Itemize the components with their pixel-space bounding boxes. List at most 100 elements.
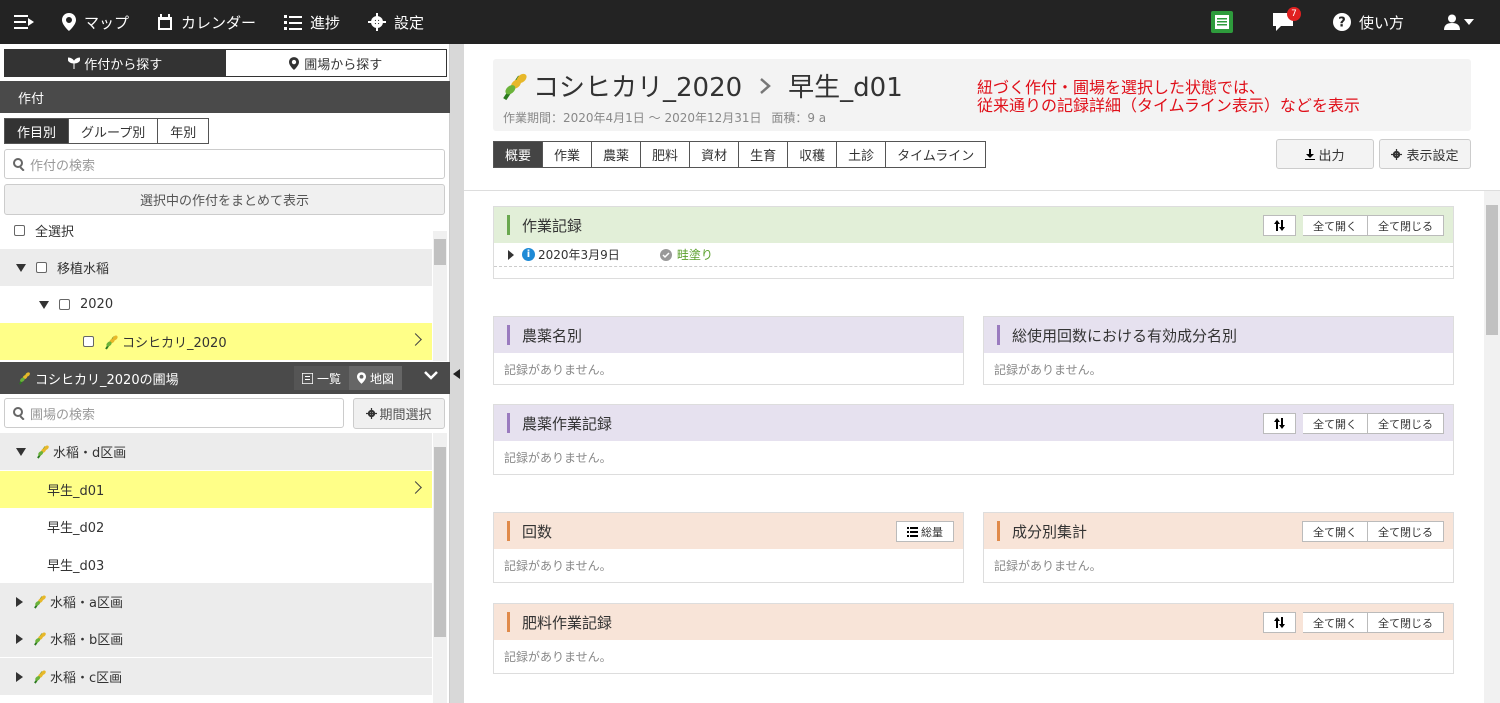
- field-list-scrollbar[interactable]: [433, 433, 447, 703]
- nav-calendar[interactable]: カレンダー: [143, 0, 270, 44]
- field-item[interactable]: 早生_d03: [0, 546, 432, 583]
- section-accent-bar: [997, 521, 1000, 541]
- field-group-c[interactable]: 水稲・c区画: [0, 658, 432, 695]
- caret-right-icon[interactable]: [16, 633, 23, 644]
- search-by-crop-button[interactable]: 作付から探す: [5, 50, 226, 76]
- tab-work[interactable]: 作業: [543, 142, 593, 167]
- year-checkbox[interactable]: [59, 299, 70, 310]
- field-list-scroll-thumb[interactable]: [434, 447, 446, 637]
- sort-button[interactable]: [1263, 612, 1296, 633]
- field-map-tab[interactable]: 地図: [349, 366, 403, 390]
- field-search-input[interactable]: 圃場の検索: [4, 398, 344, 428]
- caret-down-icon[interactable]: [16, 447, 26, 456]
- section-accent-bar: [507, 521, 510, 541]
- search-icon: [13, 406, 25, 420]
- section-accent-bar: [997, 325, 1000, 345]
- tab-overview[interactable]: 概要: [494, 142, 544, 167]
- pesticide-work-title: 農薬作業記録: [522, 414, 613, 433]
- crop-search-input[interactable]: 作付の検索: [4, 149, 445, 179]
- count-title: 回数: [522, 522, 553, 541]
- search-by-field-button[interactable]: 圃場から探す: [226, 50, 447, 76]
- expand-all-button[interactable]: 全て開く: [1303, 612, 1368, 633]
- period-select-button[interactable]: 期間選択: [353, 398, 445, 429]
- select-all-checkbox[interactable]: [14, 225, 25, 236]
- crop-tree-scrollbar[interactable]: [433, 231, 447, 361]
- field-item-label: 早生_d01: [47, 484, 105, 499]
- tab-by-year[interactable]: 年別: [158, 119, 208, 143]
- caret-left-icon: [453, 369, 460, 379]
- caret-down-icon[interactable]: [39, 300, 49, 309]
- field-item-selected[interactable]: 早生_d01: [0, 471, 432, 508]
- main-scrollbar[interactable]: [1484, 191, 1500, 703]
- fertilizer-work-card: 肥料作業記録 全て開く 全て閉じる 記録がありません。: [493, 603, 1454, 674]
- tree-item-year[interactable]: 2020: [0, 286, 432, 323]
- tab-fertilizer[interactable]: 肥料: [641, 142, 691, 167]
- caret-right-icon[interactable]: [16, 596, 23, 607]
- collapse-all-button[interactable]: 全て閉じる: [1368, 413, 1444, 434]
- field-group-d[interactable]: 水稲・d区画: [0, 433, 432, 470]
- crop-checkbox[interactable]: [83, 336, 94, 347]
- top-navbar: マップ カレンダー 進捗 設定 7 ? 使い方: [0, 0, 1500, 44]
- caret-down-icon[interactable]: [16, 263, 26, 272]
- caret-right-icon[interactable]: [508, 249, 514, 260]
- field-group-b-label: 水稲・b区画: [50, 633, 124, 648]
- show-selected-crops-button[interactable]: 選択中の作付をまとめて表示: [4, 184, 445, 215]
- nav-progress[interactable]: 進捗: [270, 0, 354, 44]
- collapse-all-button[interactable]: 全て閉じる: [1368, 521, 1444, 542]
- nav-settings[interactable]: 設定: [354, 0, 438, 44]
- expand-all-button[interactable]: 全て開く: [1302, 521, 1368, 542]
- field-group-c-label: 水稲・c区画: [50, 671, 123, 686]
- tab-pesticide[interactable]: 農薬: [592, 142, 642, 167]
- chevron-right-icon[interactable]: [409, 481, 422, 494]
- select-all-row[interactable]: 全選択: [0, 212, 432, 249]
- page-title: コシヒカリ_2020 早生_d01: [501, 67, 903, 104]
- main-content: コシヒカリ_2020 早生_d01 作業期間：2020年4月1日 〜 2020年…: [464, 44, 1500, 703]
- nav-map[interactable]: マップ: [48, 0, 143, 44]
- tab-by-group[interactable]: グループ別: [69, 119, 159, 143]
- field-group-b[interactable]: 水稲・b区画: [0, 620, 432, 657]
- crop-tree-scroll-thumb[interactable]: [434, 239, 446, 265]
- export-button[interactable]: 出力: [1276, 139, 1374, 169]
- main-scroll-thumb[interactable]: [1486, 205, 1498, 335]
- tab-by-crop-type[interactable]: 作目別: [5, 119, 70, 143]
- check-circle-icon: [659, 248, 672, 261]
- collapse-all-button[interactable]: 全て閉じる: [1368, 215, 1444, 236]
- field-item[interactable]: 早生_d02: [0, 508, 432, 545]
- crop-search-placeholder: 作付の検索: [30, 158, 96, 174]
- expand-all-button[interactable]: 全て開く: [1303, 413, 1368, 434]
- nav-calendar-label: カレンダー: [181, 13, 257, 32]
- tree-item-group[interactable]: 移植水稲: [0, 249, 432, 286]
- tab-harvest[interactable]: 収穫: [788, 142, 838, 167]
- tab-materials[interactable]: 資材: [690, 142, 740, 167]
- sort-button[interactable]: [1263, 413, 1296, 434]
- pesticide-by-name-header: 農薬名別: [494, 317, 963, 353]
- fertilizer-work-actions: 全て開く 全て閉じる: [1263, 612, 1444, 633]
- display-settings-button[interactable]: 表示設定: [1379, 139, 1471, 169]
- help-link[interactable]: ? 使い方: [1319, 0, 1418, 44]
- chevron-right-icon[interactable]: [409, 333, 422, 346]
- tree-item-crop[interactable]: コシヒカリ_2020: [0, 323, 432, 360]
- report-button[interactable]: [1197, 0, 1247, 44]
- field-list-tab[interactable]: 一覧: [294, 366, 350, 390]
- group-checkbox[interactable]: [36, 262, 47, 273]
- work-record-date: 2020年3月9日: [538, 248, 620, 262]
- tab-timeline[interactable]: タイムライン: [886, 142, 985, 167]
- total-amount-button[interactable]: 総量: [896, 521, 954, 542]
- field-group-a[interactable]: 水稲・a区画: [0, 583, 432, 620]
- caret-right-icon[interactable]: [16, 671, 23, 682]
- panel-resize-handle[interactable]: [450, 44, 464, 703]
- sort-button[interactable]: [1263, 215, 1296, 236]
- user-menu-button[interactable]: [1430, 0, 1488, 44]
- collapse-field-section-button[interactable]: [424, 370, 438, 385]
- tab-soil[interactable]: 土診: [837, 142, 887, 167]
- list-icon: [302, 372, 313, 384]
- work-record-row[interactable]: i 2020年3月9日 畦塗り: [494, 243, 1453, 267]
- calendar-icon: [158, 14, 173, 30]
- sidebar-toggle-button[interactable]: [0, 0, 48, 44]
- tab-growth[interactable]: 生育: [739, 142, 789, 167]
- section-accent-bar: [507, 413, 510, 433]
- collapse-all-button[interactable]: 全て閉じる: [1368, 612, 1444, 633]
- expand-all-button[interactable]: 全て開く: [1303, 215, 1368, 236]
- left-panel: 作付から探す 圃場から探す 作付 作目別 グループ別 年別 作付の検索 選択中の…: [0, 44, 450, 703]
- notification-button[interactable]: 7: [1259, 0, 1307, 44]
